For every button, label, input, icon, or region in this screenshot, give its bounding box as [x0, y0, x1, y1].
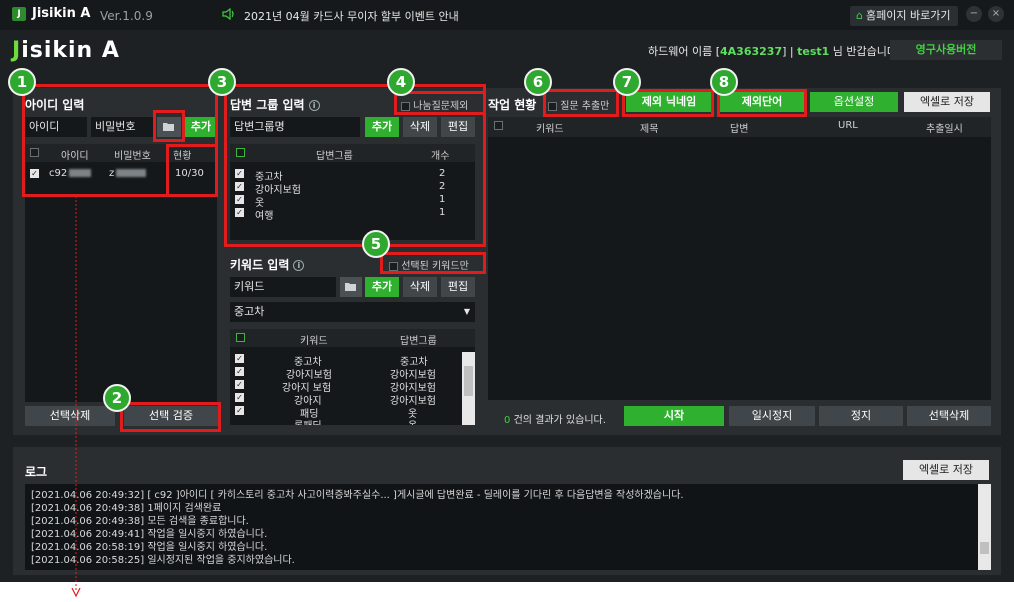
work-excel-save-button[interactable]: 엑셀로 저장 — [904, 92, 990, 112]
log-excel-save-button[interactable]: 엑셀로 저장 — [903, 460, 989, 480]
callout-box-4 — [394, 91, 486, 115]
dropdown-value: 중고차 — [234, 305, 265, 318]
app-version: Ver.1.0.9 — [100, 9, 153, 23]
list-item[interactable]: ✓ 강아지 보험 강아지보험 — [230, 379, 460, 394]
work-delete-selected-button[interactable]: 선택삭제 — [907, 406, 991, 426]
col-work-answer: 답변 — [730, 124, 749, 135]
keyword-input[interactable]: 키워드 — [230, 277, 336, 297]
col-work-date: 추출일시 — [926, 124, 963, 135]
keyword-edit-button[interactable]: 편집 — [441, 277, 475, 297]
minimize-button[interactable]: − — [966, 6, 982, 22]
options-button[interactable]: 옵션설정 — [810, 92, 898, 112]
list-item[interactable]: 롱패딩 옷 — [230, 417, 460, 425]
keyword-folder-button[interactable] — [340, 277, 362, 297]
col-keyword-group: 답변그룹 — [400, 336, 437, 347]
col-keyword: 키워드 — [300, 336, 328, 347]
result-summary: 0 건의 결과가 있습니다. — [504, 411, 606, 426]
permanent-version-button[interactable]: 영구사용버전 — [890, 40, 1002, 60]
list-item[interactable]: ✓ 중고차 중고차 — [230, 353, 460, 368]
keyword-list-header: 키워드 답변그룹 — [230, 329, 475, 347]
callout-box-status — [166, 144, 218, 197]
stop-button[interactable]: 정지 — [819, 406, 903, 426]
list-item[interactable]: ✓ 패딩 옷 — [230, 405, 460, 420]
callout-badge: 5 — [362, 230, 390, 258]
result-count: 0 — [504, 415, 511, 426]
work-select-all[interactable] — [494, 120, 503, 131]
homepage-button-label: 홈페이지 바로가기 — [865, 9, 951, 22]
keyword-group: 옷 — [408, 417, 417, 425]
result-text: 건의 결과가 있습니다. — [513, 415, 606, 426]
callout-box-5 — [380, 252, 486, 274]
callout-badge: 4 — [387, 68, 415, 96]
work-result-table — [488, 117, 991, 400]
callout-badge: 8 — [710, 68, 738, 96]
hw-id: 4A363237 — [720, 45, 783, 58]
home-icon: ⌂ — [856, 9, 863, 22]
log-scrollbar[interactable] — [978, 484, 991, 570]
chevron-down-icon: ▼ — [463, 307, 470, 316]
col-work-title: 제목 — [640, 124, 659, 135]
log-list: [2021.04.06 20:49:32] [ c92 ]아이디 [ 카히스토리… — [25, 484, 991, 570]
brand-rest: isikin A — [21, 38, 120, 63]
hw-label: 하드웨어 이름 [ — [648, 45, 721, 58]
hw-sep: ] | — [782, 45, 794, 58]
col-work-url: URL — [838, 120, 858, 131]
keyword-panel-title: 키워드 입력 i — [230, 256, 305, 273]
log-title: 로그 — [25, 465, 48, 479]
callout-box-2 — [120, 402, 221, 432]
speaker-icon — [222, 8, 234, 20]
work-panel-title: 작업 현황 — [488, 98, 537, 112]
callout-badge: 1 — [8, 68, 36, 96]
callout-badge: 2 — [103, 384, 131, 412]
answer-group-dropdown[interactable]: 중고차 ▼ — [230, 302, 475, 322]
scroll-thumb[interactable] — [464, 366, 473, 396]
list-item[interactable]: ✓ 강아지보험 강아지보험 — [230, 366, 460, 381]
homepage-button[interactable]: ⌂ 홈페이지 바로가기 — [850, 6, 958, 26]
user-name: test1 — [797, 45, 830, 58]
keyword-text: 롱패딩 — [294, 417, 322, 425]
pause-button[interactable]: 일시정지 — [729, 406, 815, 426]
info-icon: i — [293, 260, 305, 271]
app-name: Jisikin A — [32, 6, 91, 21]
callout-box-6 — [543, 89, 619, 117]
callout-badge: 6 — [524, 68, 552, 96]
close-button[interactable]: × — [988, 6, 1004, 22]
keyword-scrollbar[interactable] — [462, 352, 475, 425]
keyword-delete-button[interactable]: 삭제 — [403, 277, 437, 297]
callout-badge: 3 — [208, 68, 236, 96]
title-bar: J Jisikin A Ver.1.0.9 2021년 04월 카드사 무이자 … — [0, 0, 1014, 30]
keyword-select-all[interactable] — [236, 332, 245, 343]
start-button[interactable]: 시작 — [624, 406, 724, 426]
keyword-add-button[interactable]: 추가 — [365, 277, 399, 297]
list-item[interactable]: ✓ 강아지 강아지보험 — [230, 392, 460, 407]
pointer-arrow-icon — [71, 196, 81, 598]
brand-j: J — [12, 38, 22, 63]
scroll-thumb[interactable] — [980, 542, 989, 554]
app-logo-icon: J — [12, 7, 26, 21]
callout-box-folder — [153, 110, 185, 142]
keyword-panel-title-text: 키워드 입력 — [230, 258, 290, 272]
callout-box-7 — [622, 89, 714, 117]
notice-link[interactable]: 2021년 04월 카드사 무이자 할부 이벤트 안내 — [244, 8, 459, 24]
work-table-header: 키워드 제목 답변 URL 추출일시 — [488, 117, 991, 137]
callout-badge: 7 — [613, 68, 641, 96]
brand-logo: Jisikin A — [12, 38, 120, 63]
folder-icon — [345, 283, 356, 291]
col-work-keyword: 키워드 — [536, 124, 564, 135]
hardware-info: 하드웨어 이름 [4A363237] | test1 님 반갑습니다! — [648, 43, 901, 59]
